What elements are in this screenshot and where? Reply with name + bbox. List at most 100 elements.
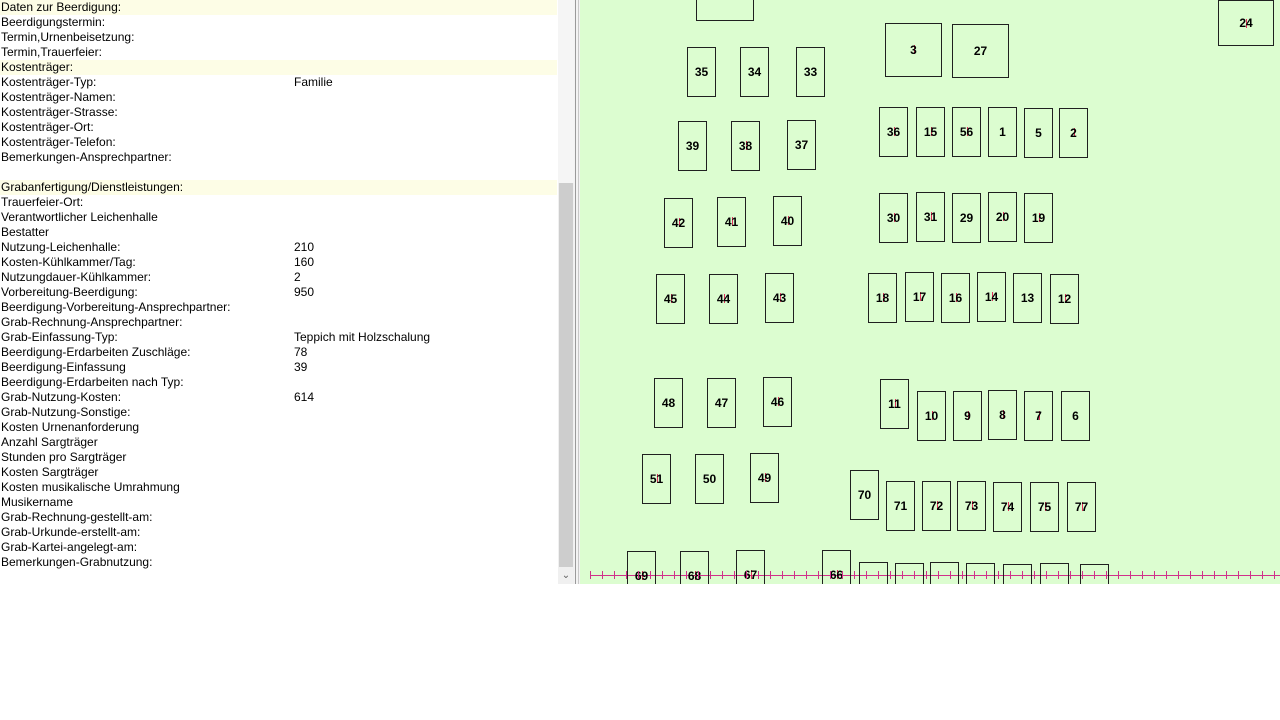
- grave-plot[interactable]: 74: [993, 482, 1022, 532]
- scrollbar-track[interactable]: [558, 0, 574, 183]
- grave-plot[interactable]: 51: [642, 454, 671, 504]
- grave-plot[interactable]: 49: [750, 453, 779, 503]
- form-row-value[interactable]: Teppich mit Holzschalung: [294, 330, 430, 345]
- grave-plot[interactable]: 36: [879, 107, 908, 157]
- form-row-value[interactable]: 39: [294, 360, 307, 375]
- boundary-tick: [998, 571, 999, 579]
- cemetery-plot-map[interactable]: 33 34 35 3 27 24 39 38 37 36 15 56 1 5 2 42 41 40 30 31 29 20…: [580, 0, 1280, 584]
- form-row: Termin,Trauerfeier:: [0, 45, 557, 60]
- boundary-tick: [830, 571, 831, 579]
- form-row-value[interactable]: 2: [294, 270, 301, 285]
- grave-plot[interactable]: 6: [1061, 391, 1090, 441]
- grave-plot[interactable]: 35: [687, 47, 716, 97]
- plot-number: 43: [772, 291, 787, 305]
- grave-plot[interactable]: 11: [880, 379, 909, 429]
- grave-plot[interactable]: 39: [678, 121, 707, 171]
- grave-plot[interactable]: 30: [879, 193, 908, 243]
- form-row-label: Verantwortlicher Leichenhalle: [1, 210, 158, 224]
- form-row-value[interactable]: 78: [294, 345, 307, 360]
- grave-plot[interactable]: 73: [957, 481, 986, 531]
- form-row-value[interactable]: 614: [294, 390, 314, 405]
- form-row-value[interactable]: 950: [294, 285, 314, 300]
- grave-plot[interactable]: 44: [709, 274, 738, 324]
- form-row: Bemerkungen-Grabnutzung:: [0, 555, 557, 570]
- grave-plot[interactable]: 41: [717, 197, 746, 247]
- boundary-tick: [650, 571, 651, 579]
- boundary-tick: [1166, 571, 1167, 579]
- grave-plot[interactable]: 27: [952, 24, 1009, 78]
- boundary-tick: [902, 571, 903, 579]
- grave-plot[interactable]: 15: [916, 107, 945, 157]
- grave-plot[interactable]: 2: [1059, 108, 1088, 158]
- grave-plot[interactable]: [859, 562, 888, 584]
- scrollbar-thumb[interactable]: [559, 183, 573, 567]
- grave-plot[interactable]: 24: [1218, 0, 1274, 46]
- grave-plot[interactable]: [966, 563, 995, 584]
- grave-plot[interactable]: 9: [953, 391, 982, 441]
- form-row: Kostenträger-Namen:: [0, 90, 557, 105]
- grave-plot[interactable]: 18: [868, 273, 897, 323]
- grave-plot[interactable]: 70: [850, 470, 879, 520]
- grave-plot[interactable]: 7: [1024, 391, 1053, 441]
- grave-plot[interactable]: 66: [822, 550, 851, 584]
- vertical-scrollbar[interactable]: ⌄: [558, 0, 574, 584]
- grave-plot[interactable]: 1: [988, 107, 1017, 157]
- grave-plot[interactable]: 34: [740, 47, 769, 97]
- grave-plot[interactable]: 29: [952, 193, 981, 243]
- grave-plot[interactable]: 38: [731, 121, 760, 171]
- scroll-down-arrow-icon[interactable]: ⌄: [558, 567, 574, 584]
- plot-number: 37: [794, 138, 809, 152]
- grave-plot[interactable]: 72: [922, 481, 951, 531]
- grave-plot[interactable]: 17: [905, 272, 934, 322]
- grave-plot[interactable]: 46: [763, 377, 792, 427]
- grave-plot[interactable]: 5: [1024, 108, 1053, 158]
- plot-number: 10: [924, 409, 939, 423]
- grave-plot[interactable]: 47: [707, 378, 736, 428]
- grave-plot[interactable]: [1040, 563, 1069, 584]
- boundary-tick: [1070, 571, 1071, 579]
- grave-plot[interactable]: 31: [916, 192, 945, 242]
- grave-plot[interactable]: 69: [627, 551, 656, 584]
- plot-number: 24: [1239, 16, 1253, 30]
- boundary-tick: [1238, 571, 1239, 579]
- grave-plot[interactable]: 67: [736, 550, 765, 584]
- form-row-label: Stunden pro Sargträger: [1, 450, 127, 464]
- grave-plot[interactable]: 3: [885, 23, 942, 77]
- grave-plot[interactable]: 12: [1050, 274, 1079, 324]
- grave-plot[interactable]: 48: [654, 378, 683, 428]
- form-row-value[interactable]: 160: [294, 255, 314, 270]
- grave-plot[interactable]: 77: [1067, 482, 1096, 532]
- grave-plot[interactable]: [696, 0, 754, 21]
- grave-plot[interactable]: 10: [917, 391, 946, 441]
- grave-plot[interactable]: 40: [773, 196, 802, 246]
- plot-number: 39: [685, 139, 700, 153]
- grave-plot[interactable]: 42: [664, 198, 693, 248]
- grave-plot[interactable]: 45: [656, 274, 685, 324]
- grave-plot[interactable]: 16: [941, 273, 970, 323]
- plot-number: 20: [995, 210, 1010, 224]
- grave-plot[interactable]: [895, 563, 924, 584]
- grave-plot[interactable]: [1003, 564, 1032, 584]
- form-row-value[interactable]: Familie: [294, 75, 333, 90]
- boundary-tick: [794, 571, 795, 579]
- grave-plot[interactable]: 33: [796, 47, 825, 97]
- boundary-tick: [878, 571, 879, 579]
- grave-plot[interactable]: 37: [787, 120, 816, 170]
- grave-plot[interactable]: 75: [1030, 482, 1059, 532]
- grave-plot[interactable]: 56: [952, 107, 981, 157]
- form-row-label: Kostenträger-Ort:: [1, 120, 94, 134]
- plot-number: 3: [910, 43, 917, 57]
- grave-plot[interactable]: [930, 562, 959, 584]
- grave-plot[interactable]: 20: [988, 192, 1017, 242]
- grave-plot[interactable]: 14: [977, 272, 1006, 322]
- grave-plot[interactable]: 8: [988, 390, 1017, 440]
- grave-plot[interactable]: 13: [1013, 273, 1042, 323]
- grave-plot[interactable]: 19: [1024, 193, 1053, 243]
- grave-plot[interactable]: 68: [680, 551, 709, 584]
- boundary-tick: [698, 571, 699, 579]
- grave-plot[interactable]: 71: [886, 481, 915, 531]
- grave-plot[interactable]: 43: [765, 273, 794, 323]
- form-row-value[interactable]: 210: [294, 240, 314, 255]
- boundary-tick: [1094, 571, 1095, 579]
- grave-plot[interactable]: 50: [695, 454, 724, 504]
